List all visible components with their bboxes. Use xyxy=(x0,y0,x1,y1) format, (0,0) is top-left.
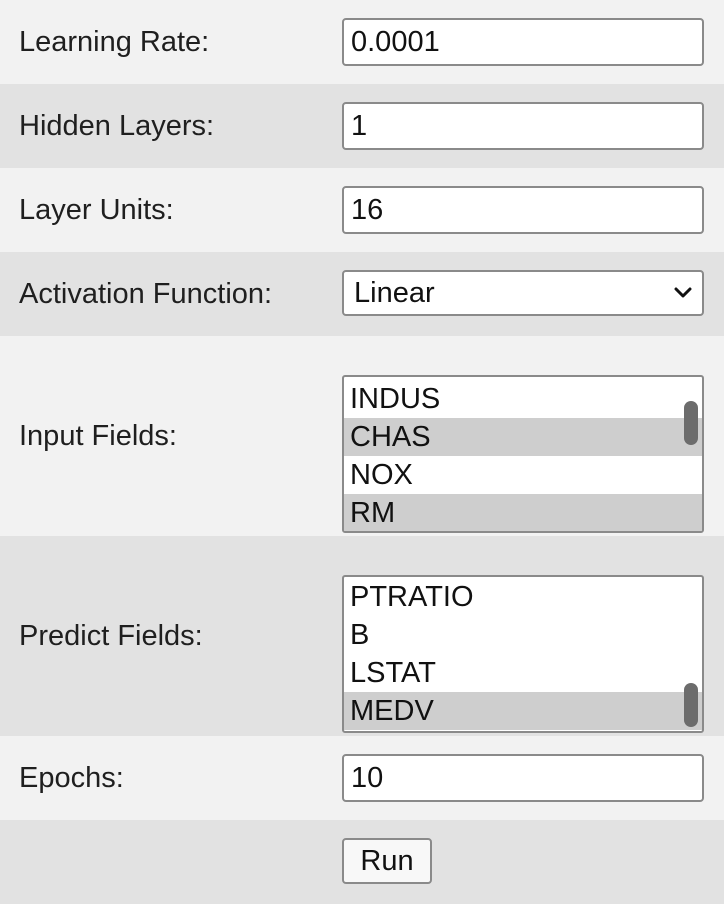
activation-function-value: Linear xyxy=(354,276,435,309)
epochs-input[interactable] xyxy=(342,754,704,802)
hidden-layers-row: Hidden Layers: xyxy=(0,84,724,168)
predict-field-option-lstat[interactable]: LSTAT xyxy=(344,654,702,692)
run-button[interactable]: Run xyxy=(342,838,432,884)
activation-function-label: Activation Function: xyxy=(19,278,273,310)
input-fields-scrollbar-thumb[interactable] xyxy=(684,401,698,445)
layer-units-label: Layer Units: xyxy=(19,194,174,226)
input-field-option-chas[interactable]: CHAS xyxy=(344,418,702,456)
learning-rate-row: Learning Rate: xyxy=(0,0,724,84)
predict-fields-row: Predict Fields: PTRATIO B LSTAT MEDV xyxy=(0,536,724,736)
layer-units-row: Layer Units: xyxy=(0,168,724,252)
predict-fields-listbox[interactable]: PTRATIO B LSTAT MEDV xyxy=(342,575,704,733)
activation-function-row: Activation Function: Linear xyxy=(0,252,724,336)
input-field-option-rm[interactable]: RM xyxy=(344,494,702,531)
learning-rate-input[interactable] xyxy=(342,18,704,66)
input-fields-listbox[interactable]: INDUS CHAS NOX RM xyxy=(342,375,704,533)
predict-fields-scrollbar-thumb[interactable] xyxy=(684,683,698,727)
predict-field-option-medv[interactable]: MEDV xyxy=(344,692,702,730)
chevron-down-icon xyxy=(672,282,694,304)
layer-units-input[interactable] xyxy=(342,186,704,234)
run-row: Run xyxy=(0,820,724,904)
predict-field-option-ptratio[interactable]: PTRATIO xyxy=(344,578,702,616)
predict-fields-label: Predict Fields: xyxy=(19,620,203,652)
predict-field-option-b[interactable]: B xyxy=(344,616,702,654)
epochs-label: Epochs: xyxy=(19,762,124,794)
epochs-row: Epochs: xyxy=(0,736,724,820)
hidden-layers-label: Hidden Layers: xyxy=(19,110,215,142)
input-field-option-nox[interactable]: NOX xyxy=(344,456,702,494)
hidden-layers-input[interactable] xyxy=(342,102,704,150)
input-fields-label: Input Fields: xyxy=(19,420,177,452)
learning-rate-label: Learning Rate: xyxy=(19,26,210,58)
input-field-option-indus[interactable]: INDUS xyxy=(344,380,702,418)
model-config-form: Learning Rate: Hidden Layers: Layer Unit… xyxy=(0,0,724,904)
input-fields-row: Input Fields: INDUS CHAS NOX RM xyxy=(0,336,724,536)
activation-function-select[interactable]: Linear xyxy=(342,270,704,316)
